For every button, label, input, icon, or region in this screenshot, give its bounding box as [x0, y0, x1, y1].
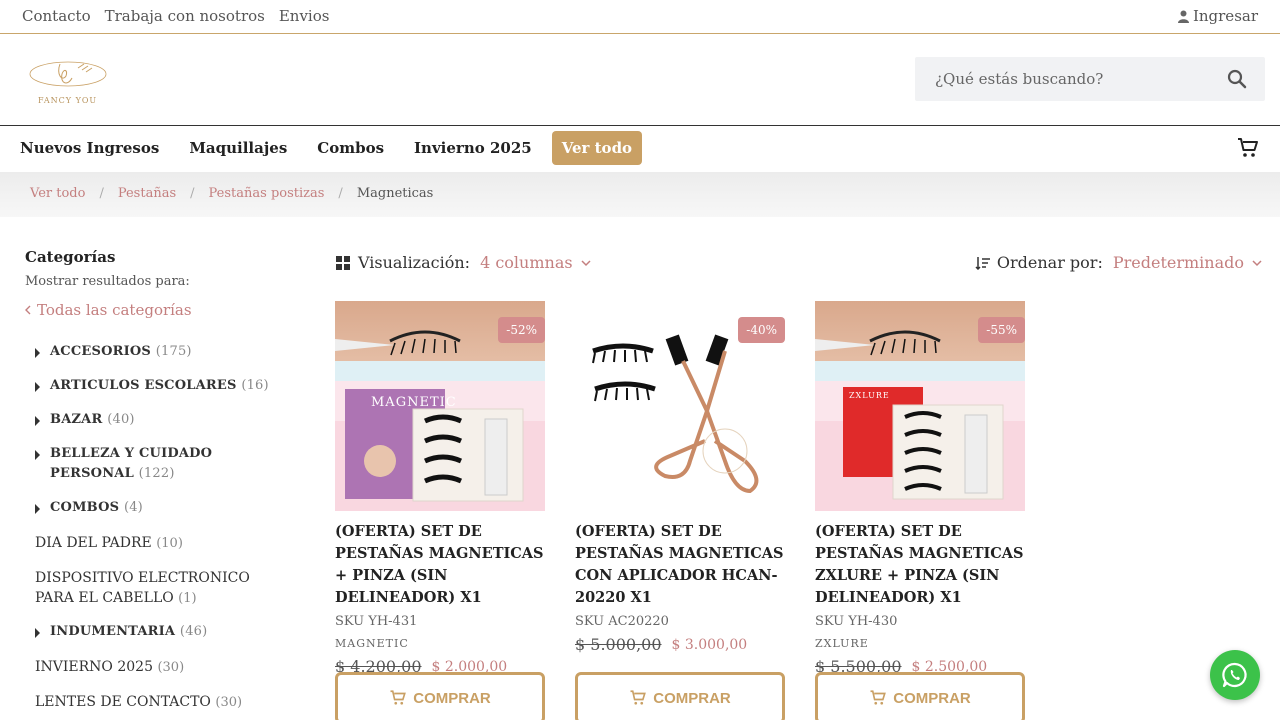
- sort-label: Ordenar por:: [996, 253, 1103, 272]
- breadcrumb: Ver todo / Pestañas / Pestañas postizas …: [0, 172, 1280, 217]
- buy-label: COMPRAR: [893, 689, 971, 707]
- whatsapp-icon: [1222, 662, 1247, 688]
- nav-winter-2025[interactable]: Invierno 2025: [414, 131, 532, 165]
- all-categories-label: Todas las categorías: [37, 301, 192, 319]
- grid-icon: [336, 255, 350, 270]
- category-item[interactable]: DIA DEL PADRE (10): [35, 533, 285, 554]
- nav-see-all-button[interactable]: Ver todo: [551, 131, 643, 165]
- nav-makeup[interactable]: Maquillajes: [189, 131, 287, 165]
- category-item[interactable]: COMBOS (4): [35, 498, 285, 518]
- cart-icon: [630, 690, 647, 705]
- old-price: $ 5.000,00: [575, 635, 662, 654]
- category-item[interactable]: DISPOSITIVO ELECTRONICO PARA EL CABELLO …: [35, 568, 285, 609]
- shipping-link[interactable]: Envios: [279, 7, 330, 25]
- product-card[interactable]: -40% (OFERTA) SET DE PESTAÑAS MAGNETICAS…: [575, 301, 785, 720]
- top-links: Contacto Trabaja con nosotros Envios: [22, 7, 329, 25]
- product-brand: MAGNETIC: [335, 637, 409, 650]
- breadcrumb-false-lashes[interactable]: Pestañas postizas: [209, 186, 325, 201]
- store-logo[interactable]: FANCY YOU: [16, 54, 120, 108]
- caret-right-icon: [35, 348, 40, 358]
- cart-icon: [390, 690, 407, 705]
- nav-combos[interactable]: Combos: [317, 131, 384, 165]
- product-image[interactable]: -40%: [575, 301, 785, 511]
- product-image[interactable]: ZXLURE -55%: [815, 301, 1025, 511]
- search-box: [915, 57, 1265, 101]
- category-item[interactable]: LENTES DE CONTACTO (30): [35, 692, 285, 713]
- cart-icon[interactable]: [1236, 136, 1260, 160]
- caret-right-icon: [35, 382, 40, 392]
- chevron-down-icon: [581, 259, 591, 266]
- category-item[interactable]: ACCESORIOS (175): [35, 342, 285, 362]
- caret-right-icon: [35, 450, 40, 460]
- main-nav: Nuevos Ingresos Maquillajes Combos Invie…: [0, 126, 1280, 172]
- sort-value: Predeterminado: [1112, 253, 1244, 272]
- product-prices: $ 5.000,00 $ 3.000,00: [575, 635, 785, 654]
- nav-new-arrivals[interactable]: Nuevos Ingresos: [20, 131, 159, 165]
- product-image[interactable]: MAGNETIC -52%: [335, 301, 545, 511]
- category-item[interactable]: INDUMENTARIA (46): [35, 622, 285, 642]
- header: FANCY YOU: [0, 34, 1280, 126]
- logo-text: FANCY YOU: [38, 96, 98, 105]
- sale-price: $ 3.000,00: [671, 636, 748, 653]
- product-sku: SKU YH-430: [815, 614, 898, 629]
- chevron-down-icon: [1252, 259, 1262, 266]
- buy-label: COMPRAR: [413, 689, 491, 707]
- box-text: ZXLURE: [849, 391, 890, 400]
- breadcrumb-current: Magneticas: [356, 186, 434, 201]
- breadcrumb-lashes[interactable]: Pestañas: [118, 186, 176, 201]
- product-card[interactable]: MAGNETIC -52% (OFERTA) SET DE PESTAÑAS M…: [335, 301, 545, 720]
- discount-badge: -40%: [738, 317, 785, 343]
- sort-selector[interactable]: Ordenar por: Predeterminado: [975, 253, 1262, 272]
- buy-button[interactable]: COMPRAR: [575, 672, 785, 720]
- view-value: 4 columnas: [480, 253, 573, 272]
- search-icon[interactable]: [1227, 69, 1247, 89]
- sidebar-title: Categorías: [25, 248, 116, 266]
- category-sidebar: Categorías Mostrar resultados para: Toda…: [25, 248, 295, 319]
- contact-link[interactable]: Contacto: [22, 7, 91, 25]
- buy-button[interactable]: COMPRAR: [335, 672, 545, 720]
- buy-label: COMPRAR: [653, 689, 731, 707]
- chevron-left-icon: [25, 305, 31, 315]
- product-card[interactable]: ZXLURE -55% (OFERTA) SET DE PESTAÑAS MAG…: [815, 301, 1025, 720]
- view-label: Visualización:: [358, 253, 471, 272]
- buy-button[interactable]: COMPRAR: [815, 672, 1025, 720]
- breadcrumb-separator: /: [99, 186, 104, 201]
- product-title[interactable]: (OFERTA) SET DE PESTAÑAS MAGNETICAS + PI…: [335, 521, 545, 609]
- product-title[interactable]: (OFERTA) SET DE PESTAÑAS MAGNETICAS CON …: [575, 521, 785, 609]
- all-categories-link[interactable]: Todas las categorías: [25, 301, 295, 319]
- category-item[interactable]: BAZAR (40): [35, 410, 285, 430]
- category-item[interactable]: BELLEZA Y CUIDADO PERSONAL (122): [35, 444, 285, 484]
- category-item[interactable]: INVIERNO 2025 (30): [35, 657, 285, 678]
- top-bar: Contacto Trabaja con nosotros Envios Ing…: [0, 0, 1280, 34]
- sort-icon: [975, 256, 990, 270]
- discount-badge: -52%: [498, 317, 545, 343]
- breadcrumb-separator: /: [190, 186, 195, 201]
- breadcrumb-see-all[interactable]: Ver todo: [30, 186, 85, 201]
- product-brand: ZXLURE: [815, 637, 869, 650]
- login-link[interactable]: Ingresar: [1177, 7, 1258, 25]
- category-item[interactable]: ARTICULOS ESCOLARES (16): [35, 376, 285, 396]
- login-label: Ingresar: [1192, 7, 1258, 25]
- product-title[interactable]: (OFERTA) SET DE PESTAÑAS MAGNETICAS ZXLU…: [815, 521, 1025, 609]
- whatsapp-button[interactable]: [1210, 650, 1260, 700]
- view-selector[interactable]: Visualización: 4 columnas: [336, 253, 591, 272]
- user-icon: [1177, 10, 1189, 23]
- product-sku: SKU AC20220: [575, 614, 669, 629]
- caret-right-icon: [35, 628, 40, 638]
- caret-right-icon: [35, 416, 40, 426]
- caret-right-icon: [35, 504, 40, 514]
- cart-icon: [870, 690, 887, 705]
- discount-badge: -55%: [978, 317, 1025, 343]
- breadcrumb-separator: /: [338, 186, 343, 201]
- product-sku: SKU YH-431: [335, 614, 418, 629]
- search-input[interactable]: [915, 57, 1215, 101]
- box-text: MAGNETIC: [371, 395, 457, 410]
- sidebar-subtitle: Mostrar resultados para:: [25, 274, 190, 289]
- work-with-us-link[interactable]: Trabaja con nosotros: [105, 7, 265, 25]
